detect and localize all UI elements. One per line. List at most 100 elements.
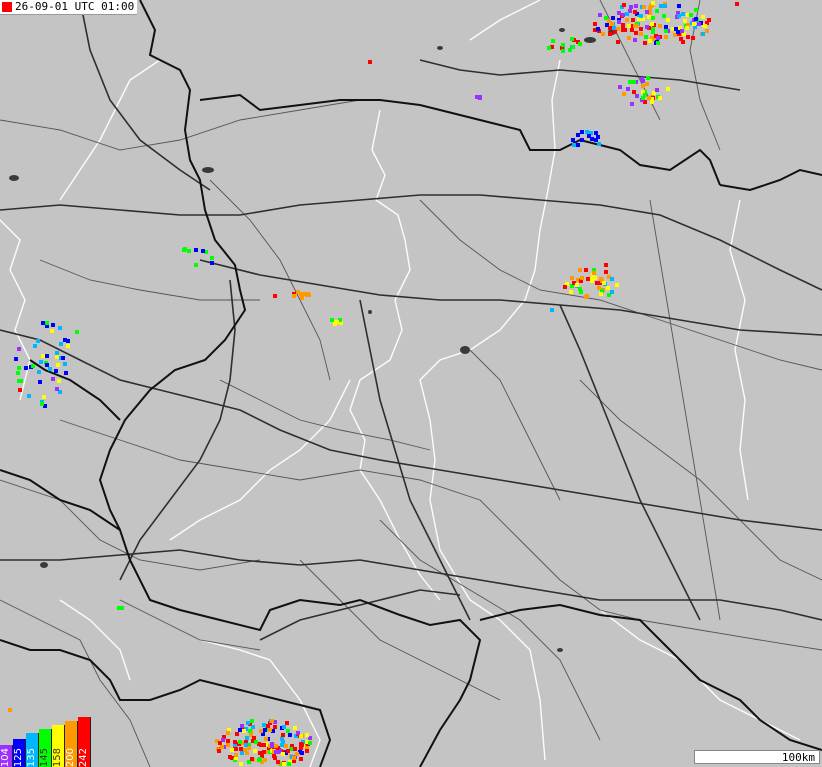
lightning-strike [635, 24, 639, 28]
lightning-strike [282, 762, 286, 766]
lightning-strike [590, 137, 594, 141]
lightning-strike [281, 752, 285, 756]
lightning-strike [17, 347, 21, 351]
strike-marker-icon [2, 2, 12, 12]
lightning-strike [575, 283, 579, 287]
lightning-strike [36, 339, 40, 343]
lightning-strike [31, 364, 35, 368]
lightning-strike [634, 4, 638, 8]
lightning-strike [617, 11, 621, 15]
lightning-strike [303, 292, 307, 296]
lightning-strike [273, 756, 277, 760]
lightning-strike [285, 721, 289, 725]
lightning-strike [655, 9, 659, 13]
lightning-strike [681, 12, 685, 16]
lightning-strike [550, 308, 554, 312]
lightning-strike [697, 22, 701, 26]
legend-item: 125 [13, 739, 26, 767]
lightning-strike [628, 80, 632, 84]
lightning-strike [16, 371, 20, 375]
lightning-strike [681, 40, 685, 44]
lightning-strike [625, 12, 629, 16]
lightning-strike [686, 35, 690, 39]
lightning-strike [226, 739, 230, 743]
lightning-strike [580, 138, 584, 142]
lightning-strike [235, 732, 239, 736]
lightning-strike [639, 32, 643, 36]
lightning-strike [648, 6, 652, 10]
lightning-strike [55, 351, 59, 355]
lightning-strike [594, 131, 598, 135]
lightning-strike [659, 4, 663, 8]
lightning-strike [242, 729, 246, 733]
lightning-strike [51, 377, 55, 381]
lightning-strike [307, 293, 311, 297]
lightning-strike [631, 18, 635, 22]
lightning-strike [645, 10, 649, 14]
lightning-strike [664, 29, 668, 33]
lightning-strike [694, 17, 698, 21]
lightning-strike [64, 371, 68, 375]
lightning-strike [194, 263, 198, 267]
lightning-strike [254, 740, 258, 744]
lightning-strike [622, 3, 626, 7]
legend-item-label: 135 [26, 747, 37, 767]
lightning-strike [579, 290, 583, 294]
lightning-strike [658, 24, 662, 28]
lightning-strike [639, 14, 643, 18]
lightning-strike [613, 30, 617, 34]
lightning-strike [683, 19, 687, 23]
lightning-strike [547, 46, 551, 50]
lightning-strike [593, 22, 597, 26]
lightning-strike [604, 270, 608, 274]
scale-label: 100km [781, 751, 815, 764]
lightning-strike [570, 276, 574, 280]
lightning-strike [117, 606, 121, 610]
lightning-strike [612, 26, 616, 30]
lightning-strike [220, 745, 224, 749]
lightning-strike [308, 741, 312, 745]
lightning-strike [27, 394, 31, 398]
lightning-strike [633, 38, 637, 42]
lightning-strike [677, 4, 681, 8]
lightning-strike [656, 36, 660, 40]
lightning-strike [608, 26, 612, 30]
lightning-strike [251, 725, 255, 729]
lightning-strike [648, 39, 652, 43]
lightning-strike [645, 25, 649, 29]
lightning-strike [604, 263, 608, 267]
lightning-strike [625, 18, 629, 22]
lightning-strike [63, 338, 67, 342]
lightning-strike [576, 133, 580, 137]
lightning-strike [685, 26, 689, 30]
lightning-strike [253, 749, 257, 753]
lightning-strike [692, 22, 696, 26]
lightning-strike [246, 721, 250, 725]
lightning-strike [662, 14, 666, 18]
lightning-strike [606, 286, 610, 290]
lightning-strike [622, 92, 626, 96]
lightning-strike [228, 755, 232, 759]
lightning-strike [37, 370, 41, 374]
lightning-strike [617, 20, 621, 24]
lightning-strike [42, 395, 46, 399]
map-canvas[interactable] [0, 0, 822, 767]
lightning-strike [75, 330, 79, 334]
lightning-strike [226, 743, 230, 747]
lightning-strike [274, 744, 278, 748]
lightning-strike [666, 18, 670, 22]
lightning-strike [642, 5, 646, 9]
lightning-strike [478, 96, 482, 100]
lightning-strike [33, 344, 37, 348]
legend-item-label: 158 [52, 747, 63, 767]
lightning-strike [266, 724, 270, 728]
lightning-strike [270, 744, 274, 748]
legend-item-label: 125 [13, 747, 24, 767]
lightning-strike [280, 743, 284, 747]
lightning-strike [50, 329, 54, 333]
lightning-strike [701, 32, 705, 36]
lightning-strike [735, 2, 739, 6]
lightning-strike [17, 366, 21, 370]
lightning-strike [701, 15, 705, 19]
lightning-strike [263, 758, 267, 762]
